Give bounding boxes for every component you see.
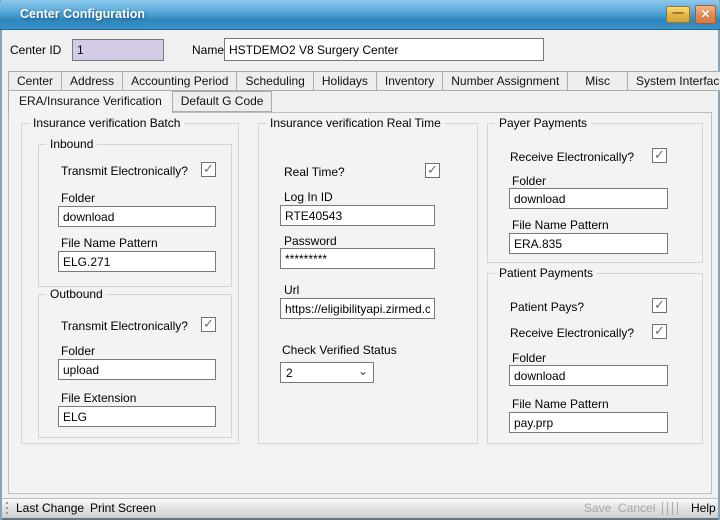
insurance-verification-real-time-title: Insurance verification Real Time — [266, 116, 445, 130]
titlebar[interactable]: Center Configuration — ✕ — [0, 0, 720, 30]
save-button[interactable]: Save — [584, 499, 611, 518]
url-input[interactable] — [280, 298, 435, 319]
outbound-folder-label: Folder — [61, 344, 95, 358]
patient-pays-label: Patient Pays? — [510, 300, 584, 314]
check-verified-status-label: Check Verified Status — [282, 343, 397, 357]
name-label: Name — [192, 43, 224, 57]
patient-folder-label: Folder — [512, 351, 546, 365]
check-icon: ✓ — [653, 148, 666, 161]
log-in-id-label: Log In ID — [284, 190, 333, 204]
insurance-verification-batch-group: Insurance verification Batch Inbound Tra… — [21, 123, 239, 444]
password-input[interactable] — [280, 248, 435, 269]
inbound-group: Inbound Transmit Electronically? ✓ Folde… — [38, 144, 232, 287]
inbound-folder-input[interactable] — [58, 206, 216, 227]
check-icon: ✓ — [202, 162, 215, 175]
outbound-transmit-checkbox[interactable]: ✓ — [201, 317, 216, 332]
outbound-transmit-label: Transmit Electronically? — [61, 319, 188, 333]
insurance-verification-real-time-group: Insurance verification Real Time Real Ti… — [258, 123, 478, 444]
patient-receive-checkbox[interactable]: ✓ — [652, 324, 667, 339]
patient-file-name-pattern-input[interactable] — [509, 412, 668, 433]
inbound-transmit-checkbox[interactable]: ✓ — [201, 162, 216, 177]
tab-strip-row1: Center Address Accounting Period Schedul… — [8, 71, 720, 91]
tab-strip-row2: ERA/Insurance Verification Default G Cod… — [8, 90, 271, 113]
payer-file-name-pattern-label: File Name Pattern — [512, 218, 609, 232]
print-screen-button[interactable]: Print Screen — [90, 499, 156, 518]
close-button[interactable]: ✕ — [695, 5, 716, 24]
patient-receive-label: Receive Electronically? — [510, 326, 634, 340]
outbound-folder-input[interactable] — [58, 359, 216, 380]
payer-file-name-pattern-input[interactable] — [509, 233, 668, 254]
payer-payments-group: Payer Payments Receive Electronically? ✓… — [487, 123, 703, 263]
tab-inventory[interactable]: Inventory — [376, 71, 443, 91]
name-input[interactable] — [224, 38, 544, 61]
check-verified-status-select[interactable]: 2 ⌄ — [280, 362, 374, 383]
check-icon: ✓ — [202, 317, 215, 330]
check-verified-status-value: 2 — [286, 366, 293, 380]
patient-payments-title: Patient Payments — [495, 266, 597, 280]
insurance-verification-batch-title: Insurance verification Batch — [29, 116, 184, 130]
center-configuration-window: Center Configuration — ✕ Center ID Name … — [0, 0, 720, 520]
inbound-transmit-label: Transmit Electronically? — [61, 164, 188, 178]
patient-pays-checkbox[interactable]: ✓ — [652, 298, 667, 313]
statusbar: Last Change Print Screen Save Cancel Hel… — [2, 498, 718, 518]
tab-address[interactable]: Address — [61, 71, 123, 91]
tab-accounting-period[interactable]: Accounting Period — [122, 71, 237, 91]
tab-number-assignment[interactable]: Number Assignment — [442, 71, 568, 91]
check-icon: ✓ — [426, 163, 439, 176]
payer-folder-label: Folder — [512, 174, 546, 188]
close-icon: ✕ — [696, 6, 715, 23]
center-id-label: Center ID — [10, 43, 61, 57]
password-label: Password — [284, 234, 337, 248]
payer-receive-label: Receive Electronically? — [510, 150, 634, 164]
tab-misc[interactable]: Misc — [567, 71, 628, 91]
tab-system-interface[interactable]: System Interface — [627, 71, 720, 91]
inbound-file-name-pattern-label: File Name Pattern — [61, 236, 158, 250]
statusbar-separator-grip — [662, 502, 680, 515]
tab-holidays[interactable]: Holidays — [313, 71, 377, 91]
statusbar-left-grip — [6, 502, 8, 515]
outbound-file-extension-input[interactable] — [58, 406, 216, 427]
help-button[interactable]: Help — [691, 499, 716, 518]
outbound-title: Outbound — [46, 287, 107, 301]
payer-receive-checkbox[interactable]: ✓ — [652, 148, 667, 163]
payer-payments-title: Payer Payments — [495, 116, 591, 130]
inbound-folder-label: Folder — [61, 191, 95, 205]
log-in-id-input[interactable] — [280, 205, 435, 226]
minimize-button[interactable]: — — [666, 6, 690, 23]
cancel-button[interactable]: Cancel — [618, 499, 655, 518]
check-icon: ✓ — [653, 298, 666, 311]
chevron-down-icon: ⌄ — [358, 366, 368, 376]
patient-payments-group: Patient Payments Patient Pays? ✓ Receive… — [487, 273, 703, 444]
patient-folder-input[interactable] — [509, 365, 668, 386]
outbound-file-extension-label: File Extension — [61, 391, 136, 405]
center-id-input[interactable] — [72, 39, 164, 61]
era-insurance-verification-panel: Insurance verification Batch Inbound Tra… — [8, 112, 712, 494]
tab-era-insurance-verification[interactable]: ERA/Insurance Verification — [8, 90, 173, 113]
window-title: Center Configuration — [20, 0, 145, 29]
check-icon: ✓ — [653, 324, 666, 337]
inbound-file-name-pattern-input[interactable] — [58, 251, 216, 272]
tab-center[interactable]: Center — [8, 71, 62, 91]
tab-default-g-code[interactable]: Default G Code — [172, 91, 273, 112]
inbound-title: Inbound — [46, 137, 97, 151]
last-change-button[interactable]: Last Change — [16, 499, 84, 518]
url-label: Url — [284, 283, 299, 297]
tab-scheduling[interactable]: Scheduling — [236, 71, 313, 91]
payer-folder-input[interactable] — [509, 188, 668, 209]
outbound-group: Outbound Transmit Electronically? ✓ Fold… — [38, 294, 232, 438]
patient-file-name-pattern-label: File Name Pattern — [512, 397, 609, 411]
real-time-label: Real Time? — [284, 165, 345, 179]
minimize-icon: — — [667, 7, 689, 20]
real-time-checkbox[interactable]: ✓ — [425, 163, 440, 178]
